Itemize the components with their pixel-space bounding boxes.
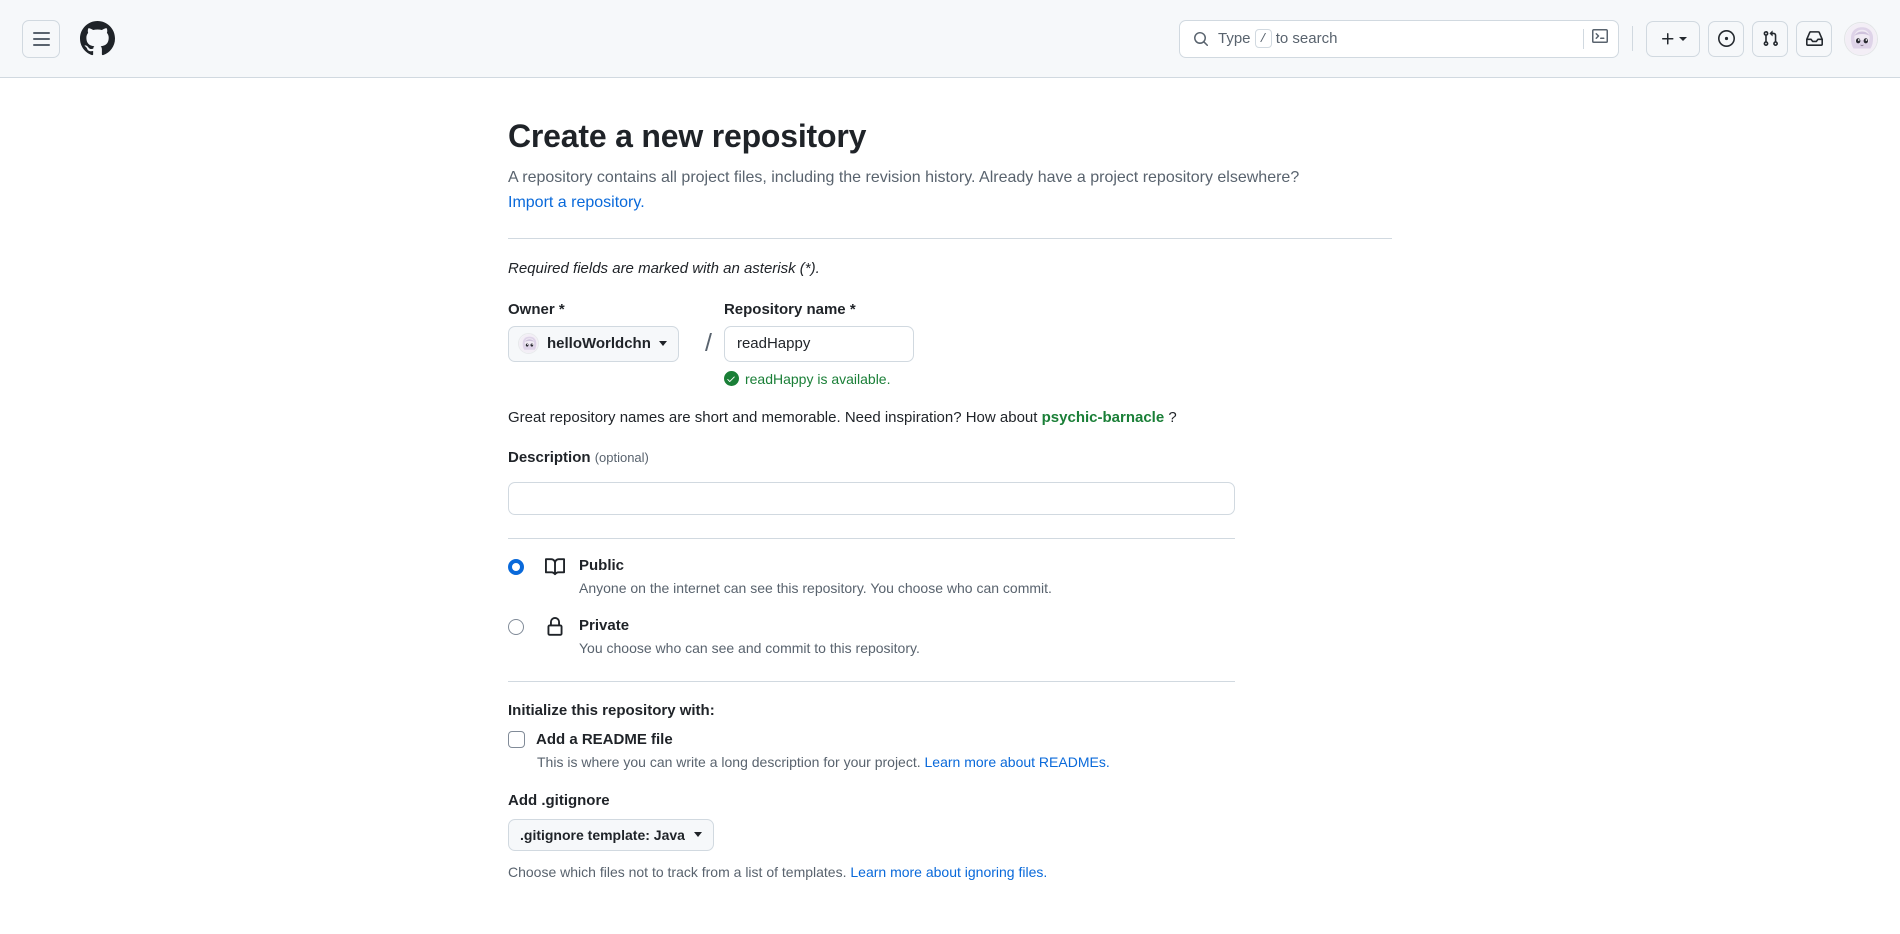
- readme-label: Add a README file: [536, 730, 673, 748]
- avatar[interactable]: [1844, 21, 1878, 56]
- issue-opened-icon: [1717, 30, 1735, 47]
- owner-repo-row: Owner * helloWorldchn / Repository name …: [508, 301, 1392, 387]
- search-tail: [1583, 28, 1608, 49]
- owner-label: Owner *: [508, 300, 565, 318]
- readme-learn-more-link[interactable]: Learn more about READMEs.: [925, 754, 1110, 770]
- search-suffix: to search: [1275, 30, 1338, 47]
- pull-requests-button[interactable]: [1752, 20, 1788, 57]
- owner-field: Owner * helloWorldchn: [508, 301, 693, 362]
- chevron-down-icon: [693, 832, 702, 838]
- description-label-text: Description: [508, 448, 591, 466]
- page-title: Create a new repository: [508, 118, 867, 154]
- github-logo-icon[interactable]: [80, 21, 115, 56]
- gitignore-dropdown[interactable]: .gitignore template: Java: [508, 818, 714, 851]
- private-option-text: Private You choose who can see and commi…: [579, 616, 920, 659]
- visibility-option-private[interactable]: Private You choose who can see and commi…: [508, 616, 1392, 659]
- hint-prefix: Great repository names are short and mem…: [508, 408, 1038, 426]
- terminal-icon[interactable]: [1592, 28, 1608, 49]
- git-pull-request-icon: [1763, 30, 1778, 46]
- required-fields-note: Required fields are marked with an aster…: [508, 259, 820, 277]
- chevron-down-icon: [1678, 36, 1687, 41]
- plus-icon: [1661, 32, 1673, 44]
- repo-availability-text: readHappy is available.: [744, 370, 891, 387]
- repo-name-field: Repository name * readHappy is available…: [723, 300, 956, 387]
- gitignore-subtitle: Choose which files not to track from a l…: [508, 864, 1392, 880]
- gitignore-selected-value: .gitignore template: Java: [520, 826, 685, 843]
- search-icon: [1193, 31, 1209, 47]
- initialize-title: Initialize this repository with:: [508, 701, 715, 719]
- inbox-icon: [1805, 31, 1823, 46]
- hamburger-menu-button[interactable]: [22, 19, 60, 58]
- readme-subtitle: This is where you can write a long descr…: [537, 754, 1392, 770]
- notifications-button[interactable]: [1796, 20, 1832, 57]
- private-title: Private: [579, 616, 630, 634]
- description-field: Description (optional): [508, 449, 1392, 515]
- search-divider: [1583, 28, 1584, 49]
- search-prefix: Type: [1218, 30, 1251, 47]
- suggested-repo-name[interactable]: psychic-barnacle: [1042, 409, 1165, 426]
- page-description: A repository contains all project files,…: [508, 166, 1388, 216]
- gitignore-title: Add .gitignore: [508, 791, 610, 809]
- main-content: Create a new repository A repository con…: [0, 78, 1900, 880]
- issues-button[interactable]: [1708, 20, 1744, 57]
- description-optional-text: (optional): [594, 449, 649, 465]
- check-circle-icon: [723, 371, 739, 387]
- readme-checkbox[interactable]: [508, 730, 525, 748]
- page-description-text: A repository contains all project files,…: [508, 169, 1300, 186]
- public-radio[interactable]: [508, 558, 524, 575]
- owner-avatar: [518, 333, 539, 355]
- search-input[interactable]: Type / to search: [1179, 19, 1619, 58]
- private-radio[interactable]: [508, 618, 524, 635]
- global-header: Type / to search: [0, 0, 1900, 78]
- import-repository-link[interactable]: Import a repository.: [508, 194, 645, 211]
- owner-value: helloWorldchn: [547, 335, 651, 353]
- repo-name-input[interactable]: [723, 325, 914, 362]
- public-subtitle: Anyone on the internet can see this repo…: [579, 580, 1052, 597]
- repo-name-hint: Great repository names are short and mem…: [508, 409, 1392, 426]
- divider-top: [508, 237, 1392, 239]
- repo-icon: [545, 557, 566, 582]
- readme-checkbox-row[interactable]: Add a README file: [508, 730, 1392, 748]
- gitignore-learn-more-link[interactable]: Learn more about ignoring files.: [850, 864, 1047, 880]
- owner-dropdown[interactable]: helloWorldchn: [508, 325, 679, 362]
- search-kbd-badge: /: [1254, 29, 1272, 48]
- owner-repo-separator: /: [705, 328, 712, 357]
- header-actions: Type / to search: [1179, 19, 1878, 58]
- hamburger-icon: [32, 30, 50, 48]
- new-repo-form: Create a new repository A repository con…: [508, 118, 1392, 880]
- public-title: Public: [579, 556, 625, 574]
- repo-name-label: Repository name *: [723, 300, 856, 318]
- search-placeholder-text: Type / to search: [1218, 29, 1337, 48]
- readme-subtitle-text: This is where you can write a long descr…: [537, 753, 921, 770]
- lock-icon: [545, 616, 565, 642]
- private-subtitle: You choose who can see and commit to thi…: [579, 640, 920, 657]
- divider-description: [508, 537, 1235, 539]
- repo-availability-message: readHappy is available.: [723, 370, 956, 387]
- chevron-down-icon: [658, 341, 667, 347]
- description-input[interactable]: [508, 481, 1235, 515]
- create-new-button[interactable]: [1646, 20, 1700, 57]
- hint-suffix: ?: [1168, 408, 1177, 426]
- divider-visibility: [508, 680, 1235, 682]
- gitignore-subtitle-text: Choose which files not to track from a l…: [508, 863, 847, 880]
- public-option-text: Public Anyone on the internet can see th…: [579, 556, 1052, 599]
- header-divider: [1632, 26, 1633, 51]
- visibility-option-public[interactable]: Public Anyone on the internet can see th…: [508, 556, 1392, 599]
- description-label: Description (optional): [508, 449, 1392, 466]
